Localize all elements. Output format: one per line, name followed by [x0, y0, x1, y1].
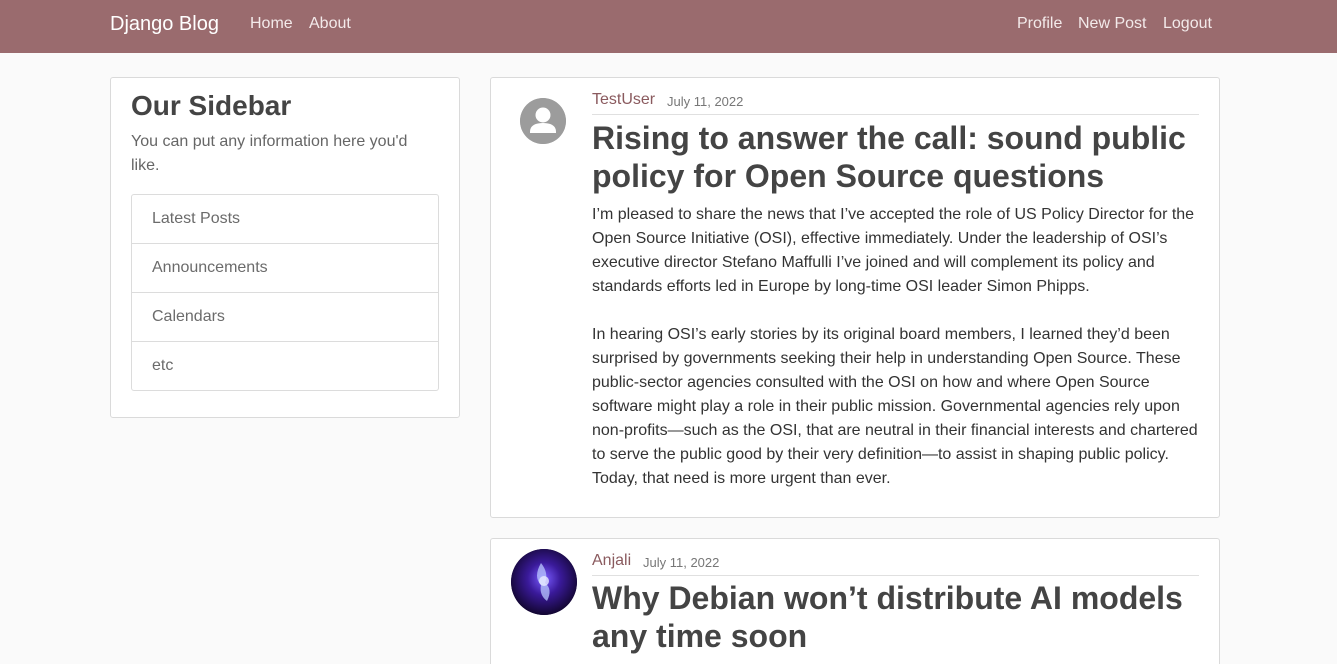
post-title-link[interactable]: Why Debian won’t distribute AI models an…: [592, 579, 1212, 655]
nav-profile-link[interactable]: Profile: [1017, 15, 1062, 33]
post-date: July 11, 2022: [667, 94, 744, 109]
sidebar-item-etc[interactable]: etc: [132, 342, 438, 391]
brand-link[interactable]: Django Blog: [110, 13, 219, 36]
post-author-link[interactable]: TestUser: [592, 91, 655, 109]
post-card: TestUser July 11, 2022 Rising to answer …: [490, 77, 1220, 518]
sidebar-list: Latest Posts Announcements Calendars etc: [131, 194, 439, 391]
post-meta: TestUser July 11, 2022: [592, 90, 1199, 115]
sidebar-title: Our Sidebar: [131, 90, 292, 121]
sidebar-item-latest-posts[interactable]: Latest Posts: [132, 195, 438, 244]
sidebar-item-calendars[interactable]: Calendars: [132, 293, 438, 342]
post-content: I’m pleased to share the news that I’ve …: [592, 203, 1207, 515]
sidebar-text: You can put any information here you'd l…: [131, 133, 408, 174]
post-title-link[interactable]: Rising to answer the call: sound public …: [592, 119, 1212, 195]
nav-logout-link[interactable]: Logout: [1163, 15, 1212, 33]
post-meta: Anjali July 11, 2022: [592, 551, 1199, 576]
user-avatar-icon: [520, 98, 566, 144]
post-card: Anjali July 11, 2022 Why Debian won’t di…: [490, 538, 1220, 664]
post-paragraph: In hearing OSI’s early stories by its or…: [592, 326, 1198, 487]
post-date: July 11, 2022: [643, 555, 720, 570]
nav-home-link[interactable]: Home: [250, 15, 293, 33]
user-avatar: [511, 549, 577, 615]
nav-new-post-link[interactable]: New Post: [1078, 15, 1146, 33]
sidebar: Our Sidebar You can put any information …: [110, 77, 460, 418]
navbar: Django Blog Home About Profile New Post …: [0, 0, 1337, 53]
post-paragraph: I’m pleased to share the news that I’ve …: [592, 206, 1195, 295]
sidebar-item-announcements[interactable]: Announcements: [132, 244, 438, 293]
post-author-link[interactable]: Anjali: [592, 552, 631, 570]
nav-about-link[interactable]: About: [309, 15, 351, 33]
